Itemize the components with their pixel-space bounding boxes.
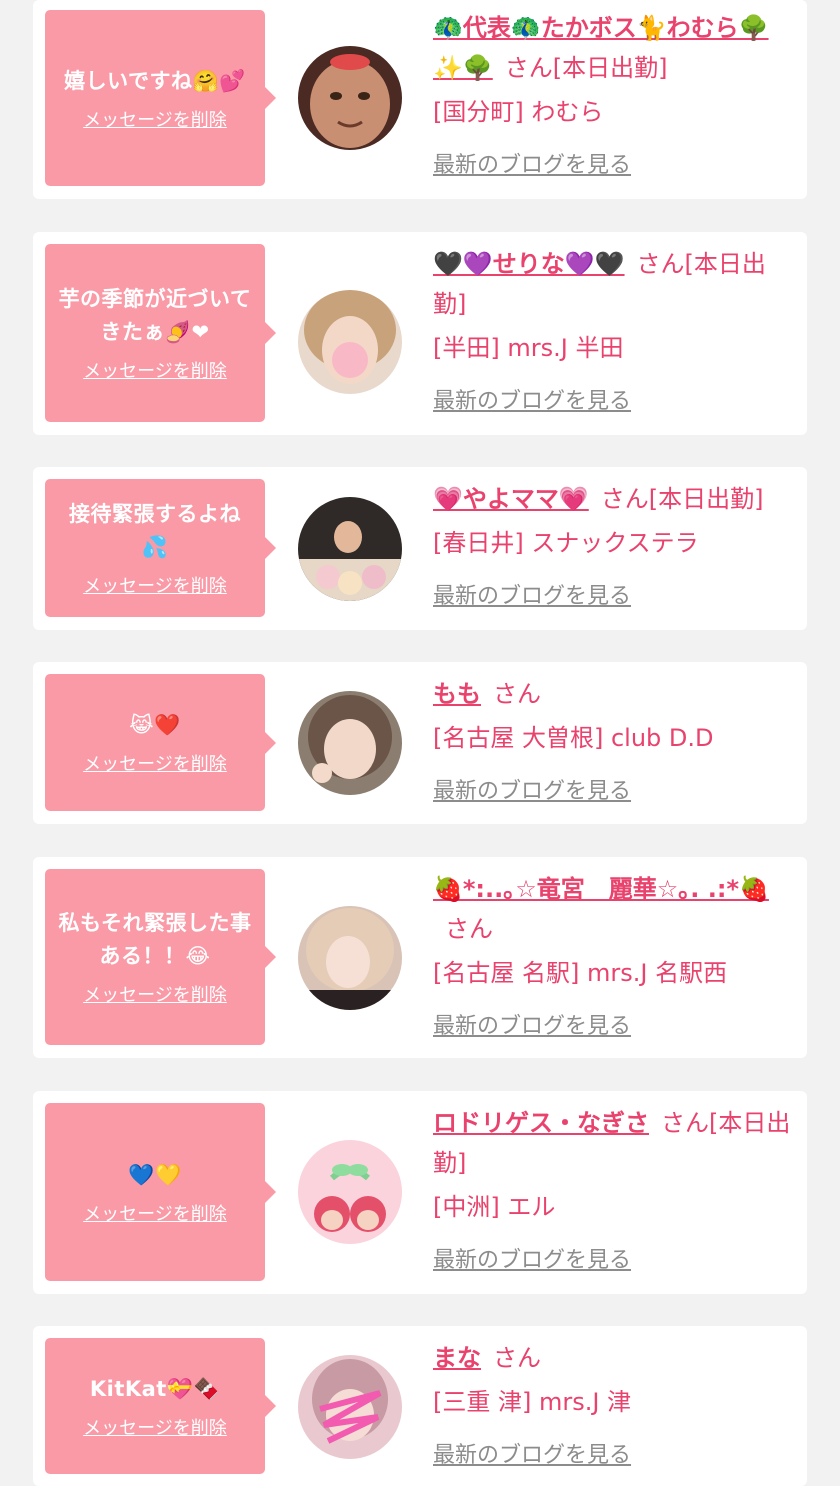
shop-label: [三重 津] mrs.J 津 — [433, 1388, 632, 1416]
avatar[interactable] — [298, 1355, 402, 1459]
shop-label: [国分町] わむら — [433, 98, 604, 126]
message-bubble: 接待緊張するよね💦 メッセージを削除 — [45, 479, 276, 617]
latest-blog-link[interactable]: 最新のブログを見る — [433, 1007, 631, 1047]
delete-message-link[interactable]: メッセージを削除 — [83, 357, 227, 383]
delete-message-link[interactable]: メッセージを削除 — [83, 572, 227, 598]
latest-blog-link[interactable]: 最新のブログを見る — [433, 382, 631, 422]
message-card: 接待緊張するよね💦 メッセージを削除 💗やよママ💗 さん[本日出勤] [春日井] … — [33, 467, 807, 630]
latest-blog-link[interactable]: 最新のブログを見る — [433, 1436, 631, 1476]
avatar[interactable] — [298, 497, 402, 601]
message-card: 私もそれ緊張した事ある！！😂 メッセージを削除 🍓*:..｡☆竜宮 麗華☆｡. … — [33, 857, 807, 1058]
sender-name-link[interactable]: まな — [433, 1344, 481, 1372]
sender-status: さん — [445, 915, 493, 943]
latest-blog-link[interactable]: 最新のブログを見る — [433, 772, 631, 812]
sender-info: ロドリゲス・なぎさ さん[本日出勤] [中洲] エル 最新のブログを見る — [433, 1103, 797, 1281]
message-text: 嬉しいですね🤗💕 — [64, 68, 246, 93]
message-bubble: 芋の季節が近づいてきたぁ🍠❤ メッセージを削除 — [45, 244, 276, 422]
sender-status: さん[本日出勤] — [600, 485, 764, 513]
message-card: 嬉しいですね🤗💕 メッセージを削除 🦚代表🦚たかボス🐈わむら🌳✨🌳 さん[本日出勤… — [33, 0, 807, 199]
sender-info: まな さん [三重 津] mrs.J 津 最新のブログを見る — [433, 1338, 797, 1476]
message-text: 💙💛 — [128, 1162, 182, 1187]
message-card: KitKat💝🍫 メッセージを削除 まな さん [三重 津] mrs.J 津 最新… — [33, 1326, 807, 1486]
message-text: 芋の季節が近づいてきたぁ🍠❤ — [58, 287, 252, 344]
shop-label: [春日井] スナックステラ — [433, 529, 699, 557]
sender-name-row: 💗やよママ💗 さん[本日出勤] — [433, 479, 797, 519]
message-card: 芋の季節が近づいてきたぁ🍠❤ メッセージを削除 🖤💜せりな💜🖤 さん[本日出勤] … — [33, 232, 807, 435]
avatar[interactable] — [298, 691, 402, 795]
message-text: 😹❤️ — [129, 713, 181, 737]
message-bubble: 😹❤️ メッセージを削除 — [45, 674, 276, 811]
shop-label: [半田] mrs.J 半田 — [433, 334, 624, 362]
sender-info: 🦚代表🦚たかボス🐈わむら🌳✨🌳 さん[本日出勤] [国分町] わむら 最新のブログ… — [433, 8, 797, 186]
message-text: KitKat💝🍫 — [89, 1376, 221, 1401]
sender-name-link[interactable]: もも — [433, 680, 481, 708]
delete-message-link[interactable]: メッセージを削除 — [83, 1414, 227, 1440]
sender-status: さん — [493, 1344, 541, 1372]
avatar[interactable] — [298, 290, 402, 394]
message-text: 接待緊張するよね💦 — [69, 502, 241, 559]
message-bubble: 💙💛 メッセージを削除 — [45, 1103, 276, 1281]
sender-info: もも さん [名古屋 大曽根] club D.D 最新のブログを見る — [433, 674, 797, 812]
avatar[interactable] — [298, 1140, 402, 1244]
sender-name-link[interactable]: 💗やよママ💗 — [433, 485, 589, 513]
latest-blog-link[interactable]: 最新のブログを見る — [433, 1241, 631, 1281]
sender-name-row: 🍓*:..｡☆竜宮 麗華☆｡. .:*🍓 さん — [433, 869, 797, 949]
message-text: 私もそれ緊張した事ある！！😂 — [58, 911, 252, 968]
avatar[interactable] — [298, 46, 402, 150]
message-card: 💙💛 メッセージを削除 ロドリゲス・なぎさ さん[本日出勤] [中洲] エル 最新… — [33, 1091, 807, 1294]
shop-label: [中洲] エル — [433, 1193, 556, 1221]
message-list: 嬉しいですね🤗💕 メッセージを削除 🦚代表🦚たかボス🐈わむら🌳✨🌳 さん[本日出勤… — [0, 0, 840, 1486]
sender-name-row: まな さん — [433, 1338, 797, 1378]
latest-blog-link[interactable]: 最新のブログを見る — [433, 577, 631, 617]
message-bubble: 私もそれ緊張した事ある！！😂 メッセージを削除 — [45, 869, 276, 1045]
delete-message-link[interactable]: メッセージを削除 — [83, 106, 227, 132]
sender-name-link[interactable]: 🖤💜せりな💜🖤 — [433, 250, 625, 278]
latest-blog-link[interactable]: 最新のブログを見る — [433, 146, 631, 186]
sender-status: さん[本日出勤] — [504, 54, 668, 82]
delete-message-link[interactable]: メッセージを削除 — [83, 1200, 227, 1226]
sender-status: さん — [493, 680, 541, 708]
sender-name-link[interactable]: ロドリゲス・なぎさ — [433, 1109, 649, 1137]
avatar[interactable] — [298, 906, 402, 1010]
shop-label: [名古屋 大曽根] club D.D — [433, 724, 714, 752]
sender-info: 🍓*:..｡☆竜宮 麗華☆｡. .:*🍓 さん [名古屋 名駅] mrs.J 名駅… — [433, 869, 797, 1047]
message-card: 😹❤️ メッセージを削除 もも さん [名古屋 大曽根] club D.D 最新の… — [33, 662, 807, 824]
sender-name-link[interactable]: 🍓*:..｡☆竜宮 麗華☆｡. .:*🍓 — [433, 875, 769, 903]
sender-name-row: 🖤💜せりな💜🖤 さん[本日出勤] — [433, 244, 797, 324]
message-bubble: 嬉しいですね🤗💕 メッセージを削除 — [45, 10, 276, 186]
shop-label: [名古屋 名駅] mrs.J 名駅西 — [433, 959, 728, 987]
sender-name-row: 🦚代表🦚たかボス🐈わむら🌳✨🌳 さん[本日出勤] — [433, 8, 797, 88]
delete-message-link[interactable]: メッセージを削除 — [83, 981, 227, 1007]
sender-name-row: もも さん — [433, 674, 797, 714]
sender-info: 💗やよママ💗 さん[本日出勤] [春日井] スナックステラ 最新のブログを見る — [433, 479, 797, 617]
sender-info: 🖤💜せりな💜🖤 さん[本日出勤] [半田] mrs.J 半田 最新のブログを見る — [433, 244, 797, 422]
sender-name-row: ロドリゲス・なぎさ さん[本日出勤] — [433, 1103, 797, 1183]
delete-message-link[interactable]: メッセージを削除 — [83, 750, 227, 776]
message-bubble: KitKat💝🍫 メッセージを削除 — [45, 1338, 276, 1474]
